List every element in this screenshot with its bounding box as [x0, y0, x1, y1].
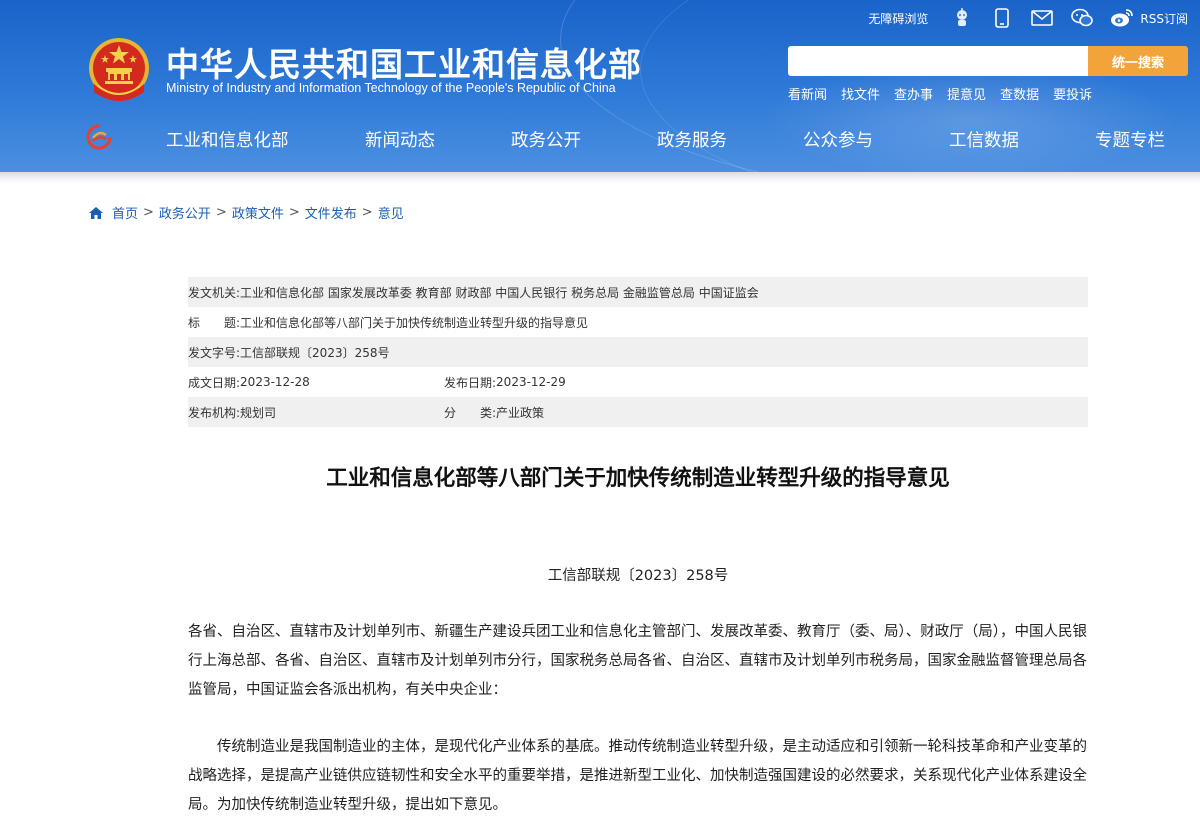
breadcrumb-file-release[interactable]: 文件发布 — [305, 203, 357, 222]
mail-icon[interactable] — [1030, 8, 1054, 28]
article-intro-paragraph: 传统制造业是我国制造业的主体，是现代化产业体系的基底。推动传统制造业转型升级，是… — [188, 739, 1087, 813]
quick-link-files[interactable]: 找文件 — [841, 84, 880, 103]
meta-org: 规划司 — [240, 405, 277, 420]
quick-links: 看新闻 找文件 查办事 提意见 查数据 要投诉 — [788, 84, 1106, 103]
quick-link-complaint[interactable]: 要投诉 — [1053, 84, 1092, 103]
meta-label: 发布日期: — [444, 375, 497, 390]
meta-category: 产业政策 — [496, 405, 545, 420]
meta-label: 发文机关: — [188, 285, 241, 300]
meta-row-issuer: 发文机关: 工业和信息化部 国家发展改革委 教育部 财政部 中国人民银行 税务总… — [188, 277, 1088, 307]
quick-link-feedback[interactable]: 提意见 — [947, 84, 986, 103]
meta-row-dates: 成文日期: 2023-12-28 发布日期: 2023-12-29 — [188, 367, 1088, 397]
meta-row-title: 标 题: 工业和信息化部等八部门关于加快传统制造业转型升级的指导意见 — [188, 307, 1088, 337]
meta-label: 分 类: — [444, 405, 497, 420]
national-emblem-icon[interactable] — [86, 36, 152, 104]
breadcrumb-separator: > — [288, 205, 300, 220]
breadcrumb-home[interactable]: 首页 — [112, 203, 138, 222]
meta-doc-no: 工信部联规〔2023〕258号 — [240, 345, 390, 360]
meta-label: 发布机构: — [188, 405, 241, 420]
search-button[interactable]: 统一搜索 — [1088, 46, 1188, 76]
breadcrumb-separator: > — [143, 205, 154, 220]
robot-assistant-icon[interactable] — [950, 8, 974, 28]
meta-label: 成文日期: — [188, 375, 241, 390]
search-input[interactable] — [788, 46, 1088, 76]
breadcrumb-opinions[interactable]: 意见 — [378, 203, 404, 222]
mobile-phone-icon[interactable] — [990, 8, 1014, 28]
breadcrumb-separator: > — [215, 205, 227, 220]
nav-item-government-services[interactable]: 政务服务 — [657, 127, 727, 152]
meta-published-date: 2023-12-29 — [496, 375, 566, 389]
breadcrumb: 首页 > 政务公开 > 政策文件 > 文件发布 > 意见 — [88, 203, 404, 222]
home-icon[interactable] — [88, 205, 104, 221]
nav-item-news[interactable]: 新闻动态 — [365, 127, 435, 152]
meta-label: 标 题: — [188, 315, 241, 330]
article-title: 工业和信息化部等八部门关于加快传统制造业转型升级的指导意见 — [326, 466, 950, 491]
article-addressees: 各省、自治区、直辖市及计划单列市、新疆生产建设兵团工业和信息化主管部门、发展改革… — [188, 624, 1087, 698]
meta-label: 发文字号: — [188, 345, 241, 360]
document-metadata-table: 发文机关: 工业和信息化部 国家发展改革委 教育部 财政部 中国人民银行 税务总… — [188, 277, 1088, 427]
site-header: 中华人民共和国工业和信息化部 Ministry of Industry and … — [0, 0, 1200, 172]
rss-subscribe-link[interactable]: RSS订阅 — [1140, 10, 1188, 27]
nav-item-data[interactable]: 工信数据 — [949, 127, 1019, 152]
quick-link-news[interactable]: 看新闻 — [788, 84, 827, 103]
wechat-icon[interactable] — [1070, 8, 1094, 28]
search-bar: 统一搜索 — [788, 46, 1188, 76]
breadcrumb-policy-files[interactable]: 政策文件 — [232, 203, 284, 222]
accessible-browse-link[interactable]: 无障碍浏览 — [868, 10, 928, 27]
meta-written-date: 2023-12-28 — [240, 375, 310, 389]
main-navigation: 工业和信息化部 新闻动态 政务公开 政务服务 公众参与 工信数据 专题专栏 — [130, 118, 1200, 158]
breadcrumb-government-affairs[interactable]: 政务公开 — [159, 203, 211, 222]
quick-link-data[interactable]: 查数据 — [1000, 84, 1039, 103]
top-utility-bar: 无障碍浏览 RSS订阅 — [868, 8, 1188, 28]
nav-item-miit[interactable]: 工业和信息化部 — [166, 127, 289, 152]
breadcrumb-separator: > — [361, 205, 373, 220]
meta-row-org: 发布机构: 规划司 分 类: 产业政策 — [188, 397, 1088, 427]
quick-link-services[interactable]: 查办事 — [894, 84, 933, 103]
weibo-icon[interactable] — [1110, 8, 1134, 28]
meta-issuer: 工业和信息化部 国家发展改革委 教育部 财政部 中国人民银行 税务总局 金融监管… — [240, 285, 759, 300]
article-doc-number: 工信部联规〔2023〕258号 — [547, 568, 729, 584]
meta-row-doc-no: 发文字号: 工信部联规〔2023〕258号 — [188, 337, 1088, 367]
nav-item-government-affairs[interactable]: 政务公开 — [511, 127, 581, 152]
site-subtitle: Ministry of Industry and Information Tec… — [166, 81, 616, 95]
meta-title: 工业和信息化部等八部门关于加快传统制造业转型升级的指导意见 — [240, 315, 589, 330]
nav-item-topics[interactable]: 专题专栏 — [1095, 127, 1165, 152]
site-title[interactable]: 中华人民共和国工业和信息化部 — [166, 38, 642, 86]
nav-item-public-participation[interactable]: 公众参与 — [803, 127, 873, 152]
header-shadow — [0, 172, 1200, 184]
miit-logo-icon[interactable] — [86, 124, 112, 150]
